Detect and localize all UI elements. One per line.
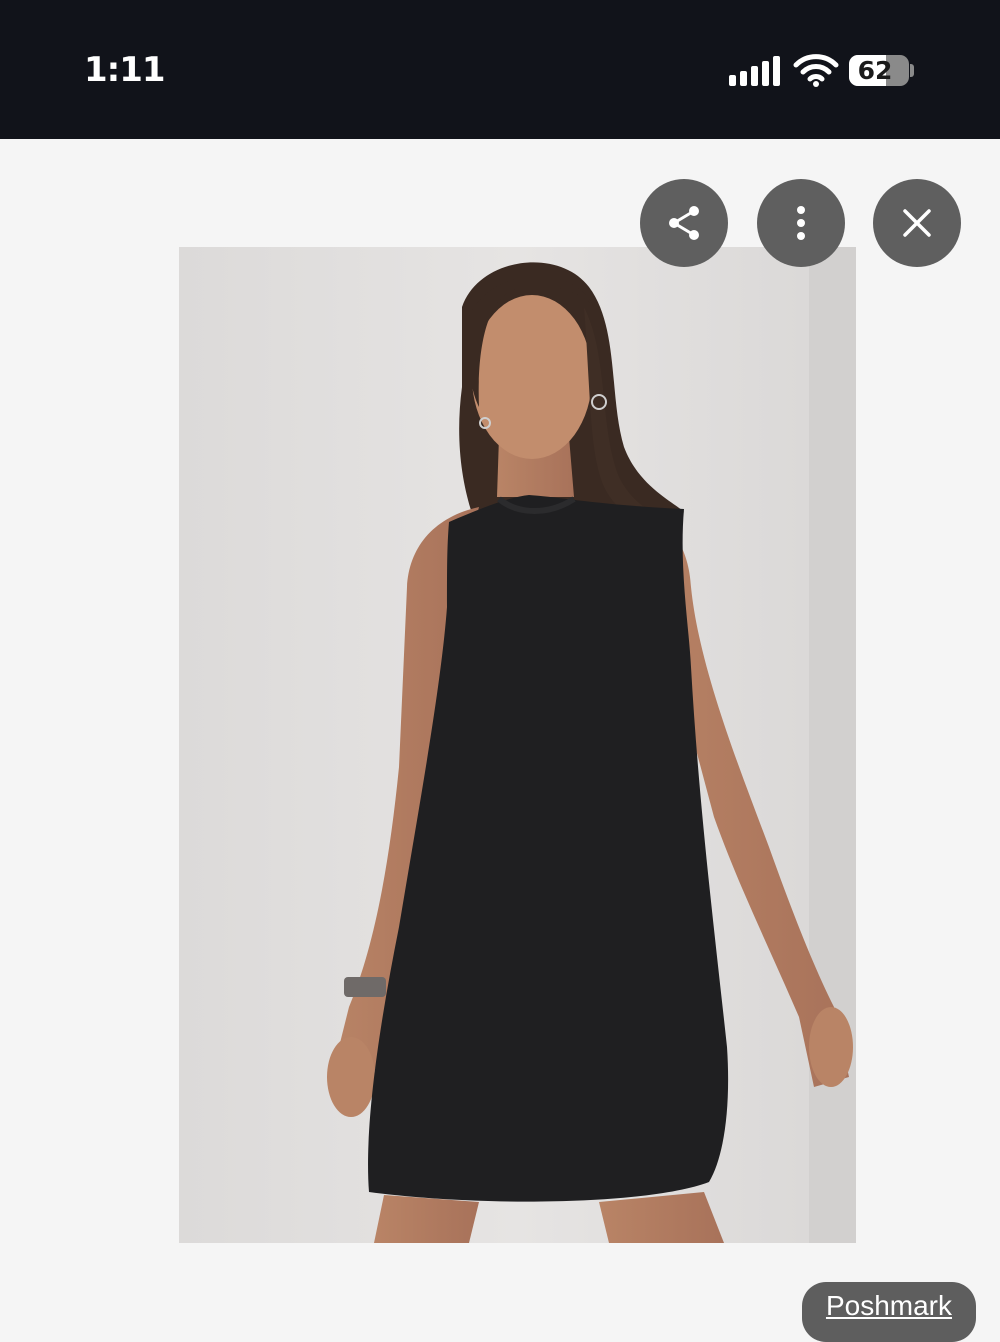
share-button[interactable] [640,179,728,267]
share-icon [669,206,699,240]
status-time: 1:11 [84,50,166,90]
cellular-signal-icon [729,56,783,86]
battery-tip [910,64,914,77]
product-image[interactable] [179,247,856,1243]
close-icon [903,209,931,237]
more-options-button[interactable] [757,179,845,267]
source-link-label[interactable]: Poshmark [802,1290,976,1322]
battery-icon: 62 [849,55,909,86]
source-link-badge[interactable]: Poshmark [802,1282,976,1342]
battery-percent: 62 [857,56,893,85]
more-vertical-icon [797,206,805,240]
status-bar: 1:11 62 [0,0,1000,139]
woman-in-black-dress-illustration [179,247,856,1243]
close-button[interactable] [873,179,961,267]
wifi-icon [793,54,839,87]
